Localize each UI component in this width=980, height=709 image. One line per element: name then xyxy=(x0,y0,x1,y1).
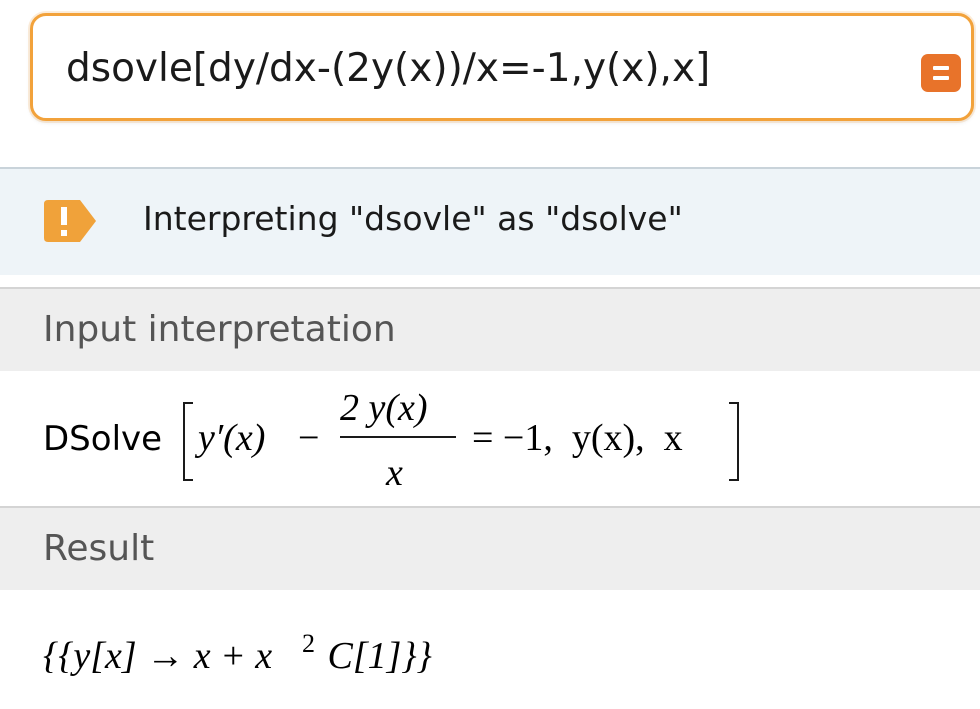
result-exponent: 2 xyxy=(302,629,315,658)
result-formula: {{y[x] → x + x 2 C[1]}} xyxy=(43,629,432,677)
result-lhs: {{y[x] → x + x xyxy=(43,635,272,677)
result-rhs: C[1]}} xyxy=(318,635,432,677)
